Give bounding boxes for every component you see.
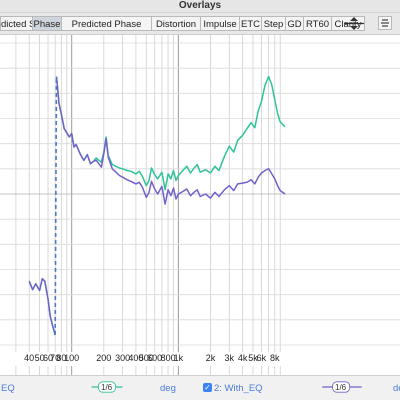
legend-item2-smoothing: 1/6 bbox=[335, 383, 347, 392]
phase-chart-svg bbox=[0, 35, 400, 375]
overlay-legend: EQ 1/6 deg ✓ 2: With_EQ 1/6 deg bbox=[0, 375, 400, 400]
adjust-arrows-icon[interactable] bbox=[341, 16, 367, 31]
window-title: Overlays bbox=[178, 0, 222, 11]
tab-impulse[interactable]: Impulse bbox=[201, 16, 240, 31]
tab-etc[interactable]: ETC bbox=[240, 16, 262, 31]
x-tick-label: 2k bbox=[205, 353, 216, 363]
x-tick-label: 3k bbox=[224, 353, 235, 363]
series-line-2 bbox=[28, 76, 286, 336]
graph-tab-bar: dicted SPL Phase Predicted Phase Distort… bbox=[0, 13, 400, 35]
legend-item1-smoothing: 1/6 bbox=[101, 383, 113, 392]
legend-item1-unit: deg bbox=[160, 383, 176, 394]
series-line-1 bbox=[28, 75, 286, 336]
frequency-axis: 40 50 60 70 80 100 200 300 400 500 600 800 1k 2k 3k 4k 5… bbox=[0, 352, 400, 366]
x-tick-label: 8k bbox=[270, 353, 280, 363]
tab-rt60[interactable]: RT60 bbox=[304, 16, 332, 31]
x-tick-label: 100 bbox=[64, 353, 80, 363]
tab-gd[interactable]: GD bbox=[286, 16, 304, 31]
phase-graph[interactable] bbox=[0, 35, 400, 375]
legend-item2-unit: deg bbox=[393, 383, 400, 394]
x-tick-label: 200 bbox=[96, 353, 112, 363]
tab-distortion[interactable]: Distortion bbox=[152, 16, 201, 31]
tab-phase[interactable]: Phase bbox=[33, 16, 62, 31]
legend-item1-label: EQ bbox=[1, 383, 15, 394]
x-tick-label: 6k bbox=[256, 353, 267, 363]
tab-predicted-spl[interactable]: dicted SPL bbox=[0, 16, 33, 31]
x-tick-label: 40 bbox=[24, 353, 35, 363]
x-tick-label: 1k bbox=[173, 353, 184, 363]
x-tick-label: 4k bbox=[237, 353, 248, 363]
stack-icon[interactable] bbox=[378, 16, 392, 30]
tab-predicted-phase[interactable]: Predicted Phase bbox=[62, 16, 152, 31]
tab-step[interactable]: Step bbox=[262, 16, 286, 31]
window-titlebar: Overlays bbox=[0, 0, 400, 13]
legend-item2-checkbox[interactable]: ✓ bbox=[203, 383, 212, 392]
legend-item2-label: 2: With_EQ bbox=[214, 383, 263, 394]
